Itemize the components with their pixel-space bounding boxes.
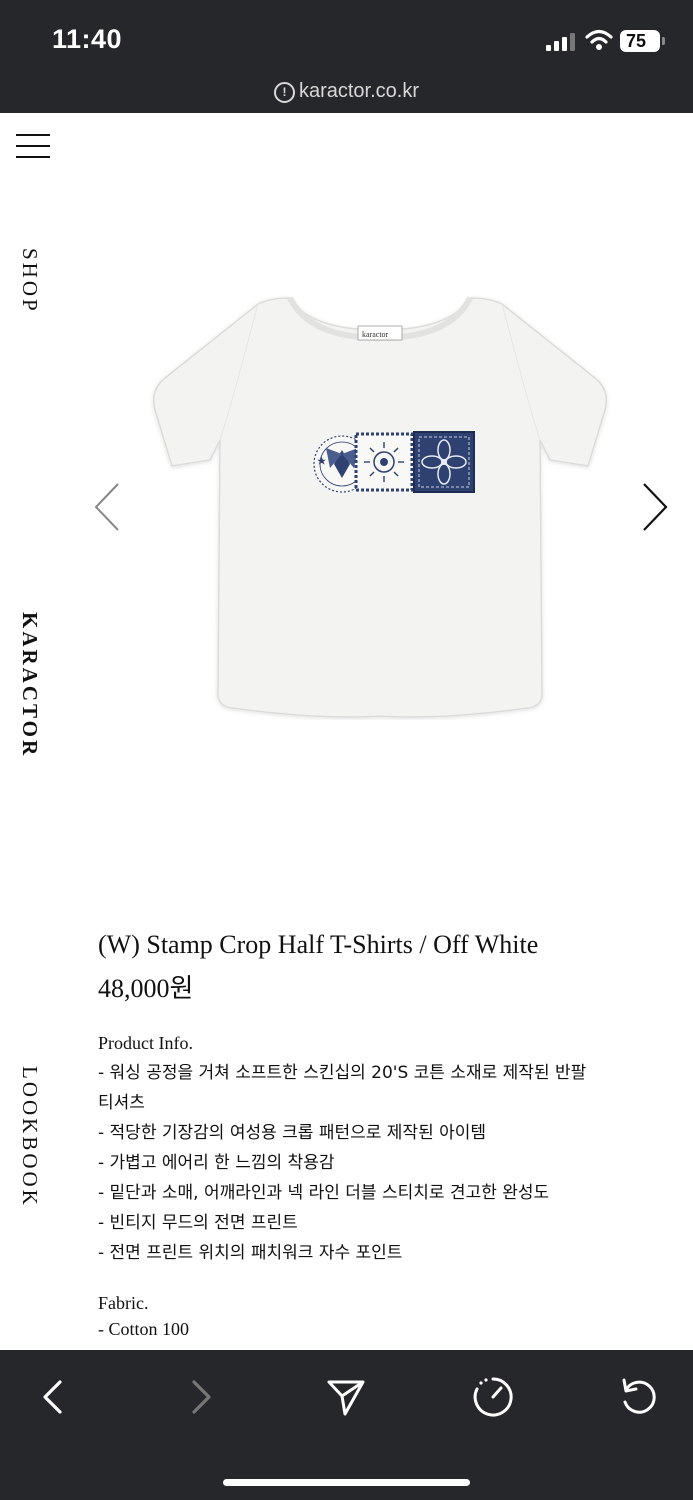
product-info-line: - 전면 프린트 위치의 패치워크 자수 포인트 (98, 1243, 403, 1263)
side-nav-lookbook[interactable]: LOOKBOOK (17, 1066, 42, 1208)
fabric-value: - Cotton 100 (98, 1319, 190, 1339)
menu-button[interactable] (16, 134, 50, 158)
product-info-line: - 밑단과 소매, 어깨라인과 넥 라인 더블 스티치로 견고한 완성도 (98, 1183, 550, 1203)
site-info-icon[interactable]: ! (273, 82, 295, 103)
reload-icon[interactable] (614, 1372, 664, 1422)
browser-top-bar: 11:40 75 ! karactor.co.kr (0, 0, 693, 113)
url-text: karactor.co.kr (298, 80, 420, 102)
product-info-heading: Product Info. (98, 1033, 193, 1053)
product-info-line: - 빈티지 무드의 전면 프린트 (98, 1213, 298, 1233)
status-time: 11:40 (52, 24, 123, 54)
share-icon[interactable] (321, 1372, 371, 1422)
back-icon[interactable] (28, 1372, 78, 1422)
browser-toolbar (0, 1350, 693, 1500)
product-price: 48,000원 (98, 974, 194, 1003)
battery-level: 75 (626, 31, 647, 51)
fabric-info: Fabric. - Cotton 100 (98, 1290, 189, 1342)
menu-line-icon (16, 156, 50, 158)
product-image: karactor (153, 296, 607, 718)
menu-line-icon (16, 134, 50, 136)
flower-stamp-print (413, 431, 475, 493)
chevron-right-icon[interactable] (640, 482, 670, 532)
product-info-line: - 워싱 공정을 거쳐 소프트한 스킨십의 20'S 코튼 소재로 제작된 반팔 (98, 1063, 587, 1083)
battery-indicator: 75 (620, 30, 665, 52)
wifi-icon (585, 29, 613, 50)
url-bar[interactable]: ! karactor.co.kr (0, 80, 693, 103)
side-nav-shop[interactable]: SHOP (17, 248, 42, 314)
neck-label-text: karactor (362, 330, 389, 339)
menu-line-icon (16, 145, 50, 147)
speed-icon[interactable] (468, 1372, 518, 1422)
product-title: (W) Stamp Crop Half T-Shirts / Off White (98, 930, 539, 959)
battery-cap-icon (662, 37, 665, 45)
fabric-heading: Fabric. (98, 1293, 149, 1313)
product-info-line: - 적당한 기장감의 여성용 크롭 패턴으로 제작된 아이템 (98, 1123, 487, 1143)
forward-icon[interactable] (176, 1372, 226, 1422)
side-nav-karactor[interactable]: KARACTOR (17, 612, 42, 758)
cellular-signal-icon (546, 33, 575, 51)
product-info-line: 티셔츠 (98, 1093, 145, 1113)
product-info: Product Info. - 워싱 공정을 거쳐 소프트한 스킨십의 20'S… (98, 1028, 668, 1268)
chevron-left-icon[interactable] (92, 482, 122, 532)
home-indicator[interactable] (223, 1479, 470, 1486)
product-info-line: - 가볍고 에어리 한 느낌의 착용감 (98, 1153, 335, 1173)
sun-stamp-print (354, 432, 414, 492)
